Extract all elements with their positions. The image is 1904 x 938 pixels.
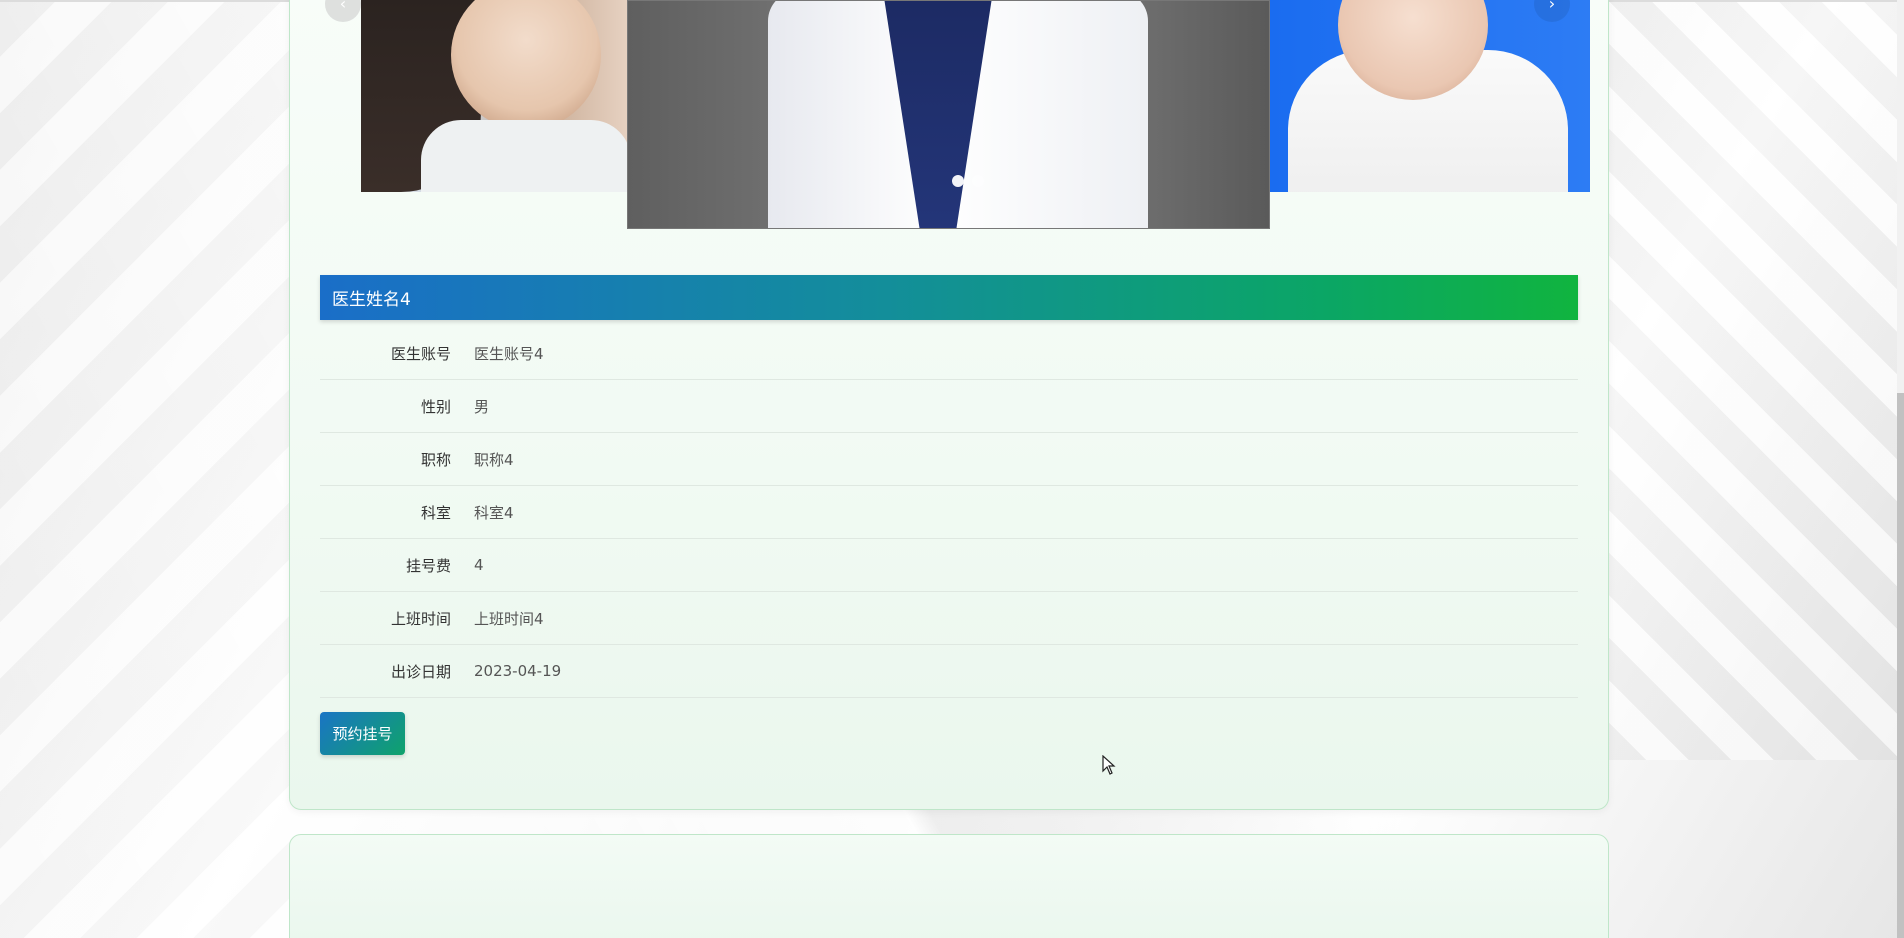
detail-value: 科室4 [474,503,514,522]
doctor-photo-coat [421,120,629,192]
carousel-slide-right[interactable] [1268,0,1590,192]
detail-value: 4 [474,556,484,574]
doctor-image-carousel: ‹ › [0,0,1904,240]
detail-label: 科室 [420,503,451,522]
carousel-slide-left[interactable] [361,0,629,192]
doctor-details-table: 医生账号 医生账号4 性别 男 职称 职称4 科室 科室4 挂号费 4 上班时间… [320,327,1578,698]
detail-row-clinic-date: 出诊日期 2023-04-19 [320,645,1578,698]
detail-value: 职称4 [474,450,514,469]
carousel-prev-icon[interactable]: ‹ [325,0,361,22]
book-appointment-button[interactable]: 预约挂号 [320,712,405,755]
page-scrollbar[interactable] [1897,0,1904,938]
detail-row-gender: 性别 男 [320,380,1578,433]
doctor-name: 医生姓名4 [332,290,411,310]
detail-label: 性别 [420,397,451,416]
detail-row-title: 职称 职称4 [320,433,1578,486]
detail-row-department: 科室 科室4 [320,486,1578,539]
detail-label: 上班时间 [390,609,451,628]
detail-value: 上班时间4 [474,609,544,628]
next-section-card [289,834,1609,938]
detail-label: 职称 [420,450,451,469]
detail-row-work-time: 上班时间 上班时间4 [320,592,1578,645]
mouse-pointer-icon [1102,755,1116,775]
carousel-indicators [952,175,984,187]
carousel-dot[interactable] [972,175,984,187]
detail-value: 医生账号4 [474,344,544,363]
doctor-name-header: 医生姓名4 [320,275,1578,320]
detail-label: 医生账号 [390,344,451,363]
detail-label: 出诊日期 [390,662,451,681]
detail-value: 2023-04-19 [474,662,562,680]
detail-value: 男 [474,397,490,416]
detail-row-fee: 挂号费 4 [320,539,1578,592]
detail-label: 挂号费 [405,556,451,575]
carousel-dot[interactable] [952,175,964,187]
carousel-slide-active[interactable] [627,0,1270,229]
detail-row-account: 医生账号 医生账号4 [320,327,1578,380]
scrollbar-thumb[interactable] [1897,393,1904,938]
